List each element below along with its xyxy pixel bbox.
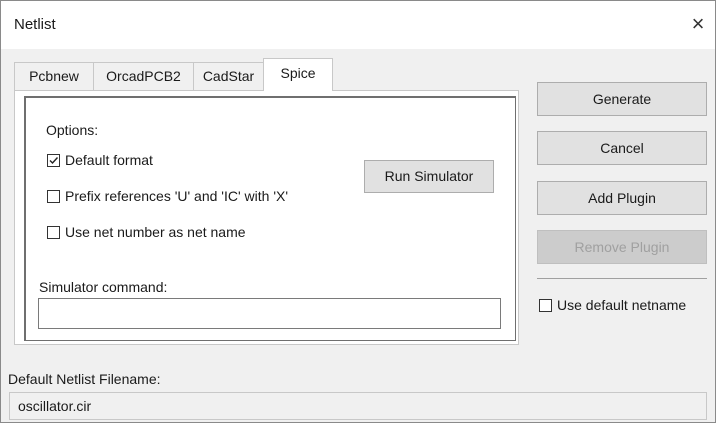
tab-cadstar[interactable]: CadStar xyxy=(193,62,264,90)
add-plugin-button[interactable]: Add Plugin xyxy=(537,181,707,215)
options-heading: Options: xyxy=(46,122,99,138)
prefix-references-checkbox[interactable] xyxy=(47,190,60,203)
prefix-references-label[interactable]: Prefix references 'U' and 'IC' with 'X' xyxy=(65,188,288,204)
simulator-command-input[interactable] xyxy=(38,298,501,329)
dialog-title: Netlist xyxy=(14,16,56,33)
use-net-number-checkbox[interactable] xyxy=(47,226,60,239)
remove-plugin-button: Remove Plugin xyxy=(537,230,707,264)
default-netlist-filename-field: oscillator.cir xyxy=(9,392,707,420)
actions-separator xyxy=(537,278,707,279)
title-bar: Netlist × xyxy=(1,1,715,49)
simulator-command-label: Simulator command: xyxy=(39,279,168,295)
use-net-number-label[interactable]: Use net number as net name xyxy=(65,224,246,240)
use-default-netname-label[interactable]: Use default netname xyxy=(557,297,686,313)
checkmark-icon xyxy=(49,157,59,165)
default-netlist-filename-label: Default Netlist Filename: xyxy=(8,371,161,387)
generate-button[interactable]: Generate xyxy=(537,82,707,116)
default-format-checkbox[interactable] xyxy=(47,154,60,167)
tab-pcbnew[interactable]: Pcbnew xyxy=(14,62,94,90)
close-icon[interactable]: × xyxy=(683,9,713,39)
default-format-label[interactable]: Default format xyxy=(65,152,153,168)
tab-spice[interactable]: Spice xyxy=(263,58,333,91)
cancel-button[interactable]: Cancel xyxy=(537,131,707,165)
use-default-netname-checkbox[interactable] xyxy=(539,299,552,312)
run-simulator-button[interactable]: Run Simulator xyxy=(364,160,494,193)
tab-orcadpcb2[interactable]: OrcadPCB2 xyxy=(93,62,194,90)
